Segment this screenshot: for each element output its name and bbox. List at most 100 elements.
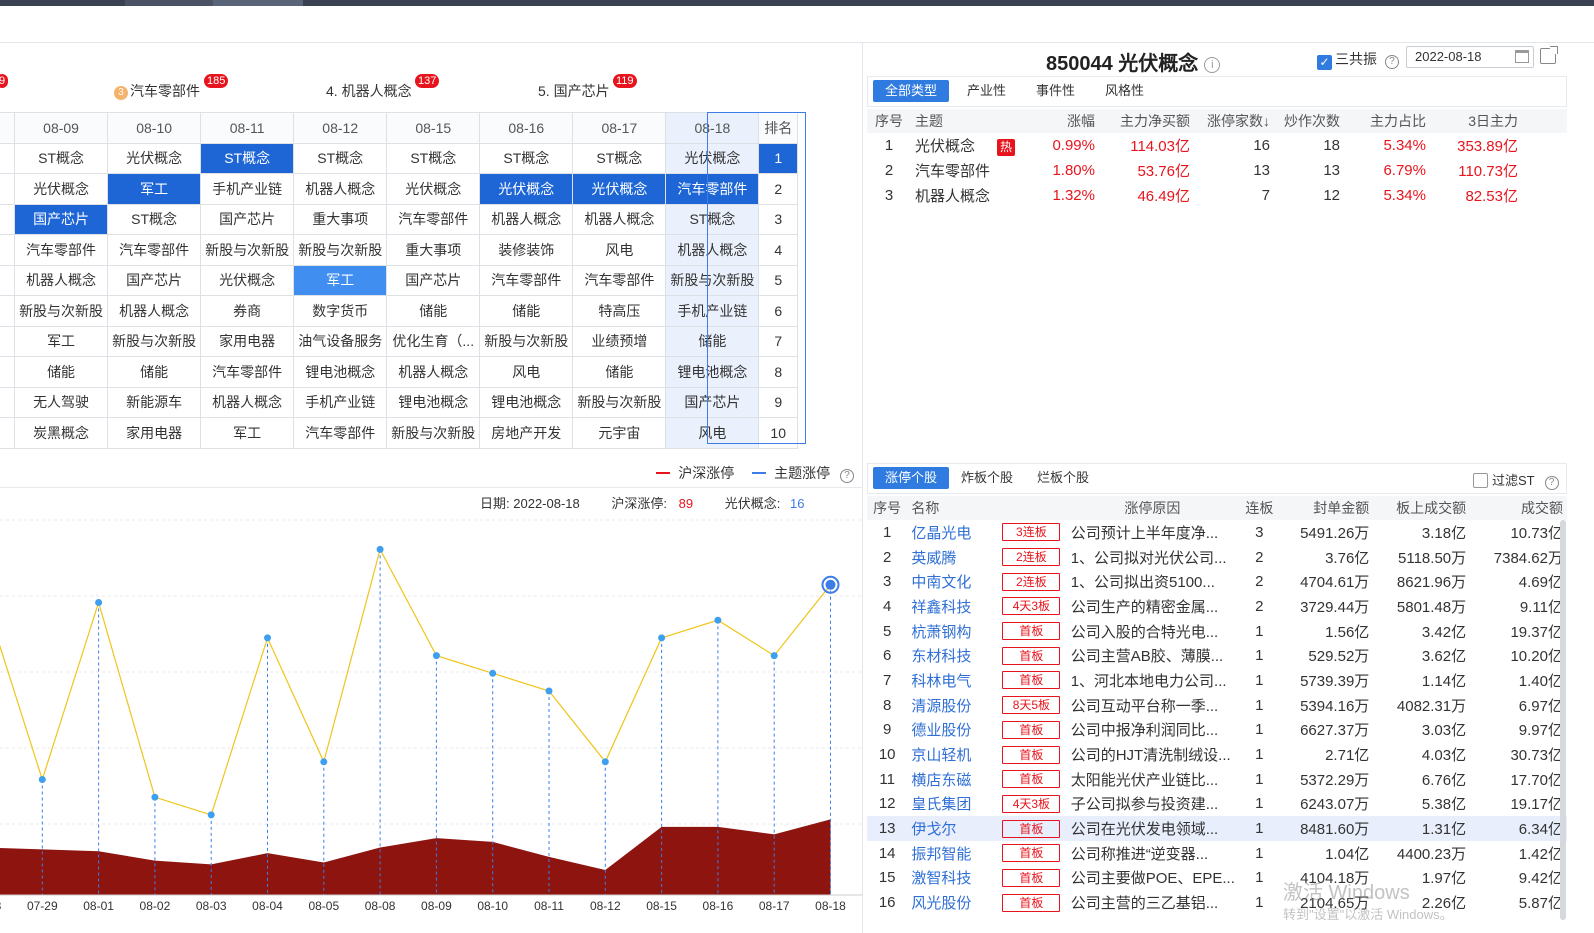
- stock-name[interactable]: 中南文化: [907, 569, 996, 594]
- ranking-cell[interactable]: ST概念: [14, 142, 109, 174]
- ranking-cell[interactable]: 锂电池概念: [293, 356, 388, 388]
- data-point[interactable]: [770, 652, 778, 660]
- ranking-cell[interactable]: 军工: [200, 417, 295, 449]
- ranking-cell[interactable]: 新股与次新股: [665, 264, 760, 296]
- ranking-cell[interactable]: 特高压: [572, 295, 667, 327]
- theme-row[interactable]: 3 机器人概念 1.32% 46.49亿 7 12 5.34% 82.53亿: [867, 183, 1567, 208]
- date-header[interactable]: 08-12: [293, 112, 388, 144]
- col-seal-amount[interactable]: 封单金额: [1280, 496, 1374, 520]
- ranking-cell[interactable]: 装修装饰: [479, 234, 574, 266]
- ranking-cell[interactable]: 国产芯片: [200, 203, 295, 235]
- ranking-cell[interactable]: 汽车零部件: [14, 234, 109, 266]
- col-limit-count[interactable]: 涨停家数↓: [1194, 109, 1274, 133]
- tab-all-types[interactable]: 全部类型: [873, 80, 950, 102]
- ranking-cell[interactable]: 风电: [479, 356, 574, 388]
- stock-name[interactable]: 激智科技: [907, 866, 996, 891]
- ranking-cell[interactable]: ST概念: [386, 142, 481, 174]
- ranking-cell[interactable]: 光伏概念: [107, 142, 202, 174]
- ranking-cell[interactable]: 汽车零部件: [200, 356, 295, 388]
- stock-name[interactable]: 德业股份: [907, 718, 996, 743]
- col-board-turnover[interactable]: 板上成交额: [1373, 496, 1471, 520]
- col-consecutive[interactable]: 连板: [1238, 496, 1281, 520]
- ranking-cell[interactable]: 储能: [386, 295, 481, 327]
- ranking-cell[interactable]: 风电: [572, 234, 667, 266]
- ranking-cell[interactable]: 新股: [0, 295, 16, 327]
- ranking-cell[interactable]: 光伏概念: [200, 264, 295, 296]
- data-point[interactable]: [207, 811, 215, 819]
- ranking-cell[interactable]: 国产芯片: [14, 203, 109, 235]
- tab-broken-board-stocks[interactable]: 炸板个股: [949, 467, 1025, 489]
- ranking-cell[interactable]: 片: [0, 234, 16, 266]
- market-limit-area[interactable]: [0, 819, 831, 895]
- data-point[interactable]: [264, 634, 271, 642]
- tab-weak-board-stocks[interactable]: 烂板个股: [1025, 467, 1101, 489]
- stock-name[interactable]: 清源股份: [907, 693, 996, 718]
- selected-point[interactable]: [825, 579, 836, 590]
- ranking-cell[interactable]: 重大事项: [386, 234, 481, 266]
- theme-tag-3[interactable]: 3 汽车零部件 185: [114, 74, 229, 101]
- calendar-icon[interactable]: [1515, 50, 1529, 63]
- stock-name[interactable]: 横店东磁: [907, 767, 996, 792]
- tab-style[interactable]: 风格性: [1093, 80, 1156, 102]
- ranking-cell[interactable]: ST概念: [479, 142, 574, 174]
- ranking-cell[interactable]: ST概念: [200, 142, 295, 174]
- tab-industry[interactable]: 产业性: [955, 80, 1018, 102]
- tab-limit-up-stocks[interactable]: 涨停个股: [873, 467, 950, 489]
- date-header[interactable]: 08-10: [107, 112, 202, 144]
- theme-row[interactable]: 1 光伏概念 热 0.99% 114.03亿 16 18 5.34% 353.89亿: [867, 133, 1567, 158]
- stock-row[interactable]: 15 激智科技 首板 公司主要做POE、EPE... 1 4104.18万 1.97亿 9.4…: [867, 866, 1567, 891]
- ranking-cell[interactable]: ST概念: [665, 203, 760, 235]
- ranking-cell[interactable]: 新能源车: [107, 386, 202, 418]
- stock-row[interactable]: 16 风光股份 首板 公司主营的三乙基铝... 1 2104.65万 2.26亿 5.87亿: [867, 890, 1567, 915]
- ranking-cell[interactable]: 储能: [107, 356, 202, 388]
- filter-st-checkbox[interactable]: 过滤ST?: [1473, 470, 1559, 490]
- ranking-cell[interactable]: 风电: [665, 417, 760, 449]
- ranking-cell[interactable]: 新股与次新股: [200, 234, 295, 266]
- ranking-cell[interactable]: 锂电池概念: [479, 386, 574, 418]
- ranking-cell[interactable]: 汽车零部件: [386, 203, 481, 235]
- ranking-cell[interactable]: 新股与次新股: [479, 325, 574, 357]
- ranking-cell[interactable]: 房地产开发: [479, 417, 574, 449]
- date-header[interactable]: 08-15: [386, 112, 481, 144]
- stock-row[interactable]: 5 杭萧钢构 首板 公司入股的合特光电... 1 1.56亿 3.42亿 19.37亿: [867, 619, 1567, 644]
- theme-row[interactable]: 2 汽车零部件 1.80% 53.76亿 13 13 6.79% 110.73亿: [867, 158, 1567, 183]
- stock-row[interactable]: 14 振邦智能 首板 公司称推进“逆变器... 1 1.04亿 4400.23万 1.42亿: [867, 841, 1567, 866]
- ranking-cell[interactable]: 业绩预增: [572, 325, 667, 357]
- ranking-cell[interactable]: 汽车零部件: [479, 264, 574, 296]
- ranking-cell[interactable]: 机器人概念: [479, 203, 574, 235]
- ranking-cell[interactable]: 机器人概念: [665, 234, 760, 266]
- col-hype-count[interactable]: 炒作次数: [1274, 109, 1344, 133]
- legend-item-theme[interactable]: 主题涨停: [774, 465, 830, 481]
- ranking-cell[interactable]: 新股与次新股: [386, 417, 481, 449]
- stock-row[interactable]: 6 东材科技 首板 公司主营AB胶、薄膜... 1 529.52万 3.62亿 10.20亿: [867, 643, 1567, 668]
- ranking-cell[interactable]: 家用电器: [200, 325, 295, 357]
- data-point[interactable]: [545, 687, 553, 695]
- ranking-cell[interactable]: 券商: [200, 295, 295, 327]
- stock-name[interactable]: 京山轻机: [907, 742, 996, 767]
- ranking-cell[interactable]: 储能: [665, 325, 760, 357]
- checkbox-checked-icon[interactable]: ✓: [1317, 55, 1332, 70]
- ranking-cell[interactable]: 储能: [14, 356, 109, 388]
- ranking-cell[interactable]: 新股与次新股: [107, 325, 202, 357]
- data-point[interactable]: [432, 652, 440, 660]
- stock-name[interactable]: 亿晶光电: [907, 520, 996, 545]
- ranking-cell[interactable]: 新股与次新股: [572, 386, 667, 418]
- stock-row[interactable]: 3 中南文化 2连板 1、公司拟出资5100... 2 4704.61万 8621.96万 4…: [867, 569, 1567, 594]
- date-header[interactable]: 08-17: [572, 112, 667, 144]
- stock-name[interactable]: 振邦智能: [907, 841, 996, 866]
- ranking-cell[interactable]: 手机产业链: [200, 173, 295, 205]
- ranking-cell[interactable]: 储能: [572, 356, 667, 388]
- stock-row[interactable]: 7 科林电气 首板 1、河北本地电力公司... 1 5739.39万 1.14亿 1.40亿: [867, 668, 1567, 693]
- ranking-cell[interactable]: [0, 417, 16, 449]
- ranking-cell[interactable]: 新股与次新股: [14, 295, 109, 327]
- stock-row[interactable]: 1 亿晶光电 3连板 公司预计上半年度净... 3 5491.26万 3.18亿 10.73亿: [867, 520, 1567, 545]
- ranking-cell[interactable]: 机器人概念: [386, 356, 481, 388]
- ranking-cell[interactable]: 手机产业链: [665, 295, 760, 327]
- data-point[interactable]: [95, 599, 103, 606]
- ranking-cell[interactable]: 念: [0, 203, 16, 235]
- ranking-cell[interactable]: 光伏概念: [665, 142, 760, 174]
- export-icon[interactable]: [1540, 46, 1558, 64]
- limit-up-chart[interactable]: 07-28 07-29 08-01 08-02 08-03 08-04 08-05 08-08…: [0, 455, 862, 933]
- stock-row[interactable]: 10 京山轻机 首板 公司的HJT清洗制绒设... 1 2.71亿 4.03亿 30.73亿: [867, 742, 1567, 767]
- ranking-cell[interactable]: ST概念: [107, 203, 202, 235]
